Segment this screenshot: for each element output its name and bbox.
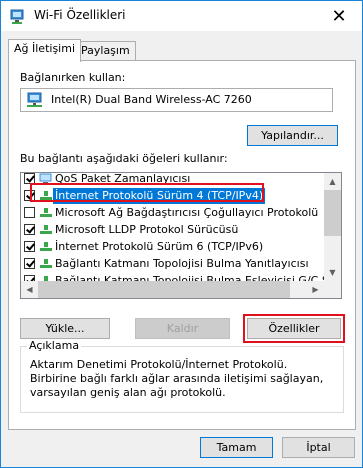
wifi-properties-dialog: Wi-Fi Özellikleri ✕ Ağ İletişimi Paylaşı… (0, 0, 363, 468)
close-icon[interactable]: ✕ (316, 1, 362, 31)
list-item[interactable]: İnternet Protokolü Sürüm 6 (TCP/IPv6) (21, 239, 324, 256)
annotation-highlight-properties (243, 314, 345, 343)
protocol-icon (40, 225, 52, 234)
protocol-icon (40, 242, 52, 251)
tab-networking[interactable]: Ağ İletişimi (8, 39, 81, 62)
cancel-button[interactable]: İptal (282, 437, 355, 458)
network-adapter-icon (27, 92, 42, 107)
protocol-icon (40, 259, 52, 268)
items-label: Bu bağlantı aşağıdaki öğeleri kullanır: (20, 152, 228, 165)
ok-button[interactable]: Tamam (200, 437, 273, 458)
description-group: Açıklama Aktarım Denetimi Protokolü/İnte… (20, 339, 344, 413)
list-item[interactable]: Bağlantı Katmanı Topolojisi Bulma Yanıtl… (21, 256, 324, 273)
item-label: Bağlantı Katmanı Topolojisi Bulma Yanıtl… (55, 257, 309, 270)
window-title: Wi-Fi Özellikleri (34, 8, 126, 22)
uninstall-button[interactable]: Kaldır (135, 318, 230, 339)
scroll-left-icon[interactable]: ◀ (21, 281, 38, 298)
item-label: Microsoft LLDP Protokol Sürücüsü (55, 223, 239, 236)
adapter-box: Intel(R) Dual Band Wireless-AC 7260 (20, 88, 333, 112)
adapter-name: Intel(R) Dual Band Wireless-AC 7260 (51, 93, 252, 106)
tab-sharing[interactable]: Paylaşım (75, 41, 136, 61)
list-item[interactable]: Microsoft Ağ Bağdaştırıcısı Çoğullayıcı … (21, 205, 324, 222)
horizontal-scroll-thumb[interactable] (38, 281, 290, 298)
networking-panel: Bağlanırken kullan: Intel(R) Dual Band W… (8, 60, 356, 430)
list-item[interactable]: Microsoft LLDP Protokol Sürücüsü (21, 222, 324, 239)
horizontal-scrollbar[interactable]: ◀ ▶ (21, 281, 324, 298)
description-text: Aktarım Denetimi Protokolü/İnternet Prot… (30, 358, 324, 399)
item-label: İnternet Protokolü Sürüm 6 (TCP/IPv6) (55, 240, 264, 253)
description-title: Açıklama (27, 339, 82, 352)
install-button[interactable]: Yükle... (20, 318, 110, 339)
vertical-scrollbar[interactable]: ▲ ▼ (324, 173, 341, 281)
network-adapter-icon (10, 9, 24, 24)
title-bar[interactable]: Wi-Fi Özellikleri ✕ (1, 1, 362, 31)
scroll-right-icon[interactable]: ▶ (307, 281, 324, 298)
checkbox[interactable] (24, 207, 35, 218)
configure-button[interactable]: Yapılandır... (247, 125, 338, 146)
protocol-icon (40, 208, 52, 217)
checkbox[interactable] (24, 224, 35, 235)
connect-using-label: Bağlanırken kullan: (20, 71, 126, 84)
scroll-up-icon[interactable]: ▲ (324, 173, 341, 190)
item-label: Microsoft Ağ Bağdaştırıcısı Çoğullayıcı … (55, 206, 319, 219)
scroll-down-icon[interactable]: ▼ (324, 264, 341, 281)
annotation-highlight-ipv4 (30, 183, 264, 202)
scrollbar-corner (324, 281, 341, 298)
checkbox[interactable] (24, 258, 35, 269)
vertical-scroll-thumb[interactable] (324, 190, 341, 236)
checkbox[interactable] (24, 241, 35, 252)
